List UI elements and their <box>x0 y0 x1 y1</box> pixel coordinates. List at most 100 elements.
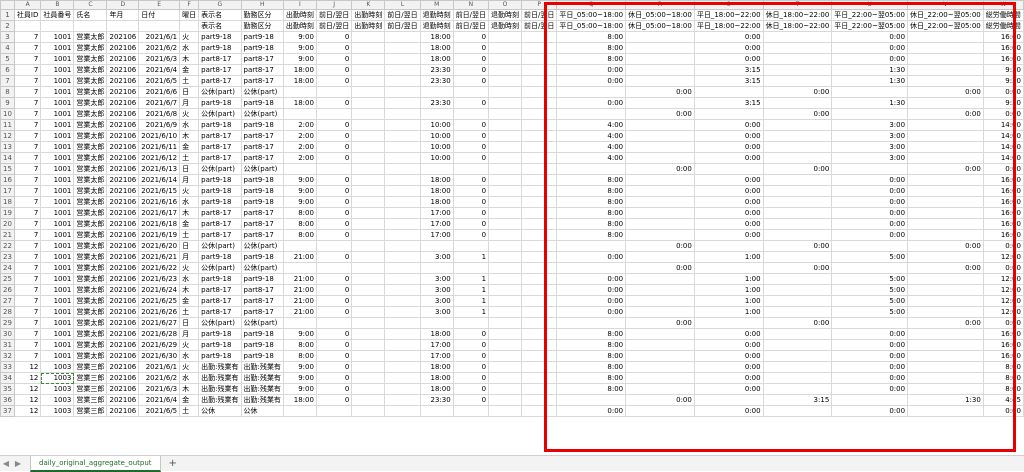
table-cell[interactable] <box>907 141 984 153</box>
table-cell[interactable]: 0 <box>452 97 490 109</box>
table-cell[interactable]: 出勤:残業有 <box>198 372 242 384</box>
table-cell[interactable]: 9:00 <box>282 372 317 384</box>
table-cell[interactable]: 202106 <box>106 361 140 373</box>
table-cell[interactable]: 1001 <box>40 339 75 351</box>
table-cell[interactable]: 16:00 <box>982 350 1024 362</box>
table-cell[interactable]: 0:00 <box>982 108 1024 120</box>
table-cell[interactable]: part8-17 <box>198 141 242 153</box>
table-cell[interactable] <box>556 86 627 98</box>
table-cell[interactable]: 0 <box>452 64 490 76</box>
table-cell[interactable] <box>488 295 523 307</box>
row-header[interactable]: 13 <box>0 141 15 153</box>
table-cell[interactable] <box>907 97 984 109</box>
table-cell[interactable]: 0 <box>452 75 490 87</box>
table-cell[interactable]: 1001 <box>40 284 75 296</box>
table-cell[interactable] <box>762 361 833 373</box>
table-cell[interactable] <box>488 361 523 373</box>
table-cell[interactable]: 前日/翌日 <box>384 9 421 21</box>
table-cell[interactable]: 営業太郎 <box>73 339 108 351</box>
table-cell[interactable] <box>452 405 490 417</box>
table-cell[interactable]: 7 <box>13 306 42 318</box>
table-cell[interactable]: 202106 <box>106 317 140 329</box>
table-cell[interactable]: 土 <box>179 75 200 87</box>
table-cell[interactable] <box>762 119 833 131</box>
table-cell[interactable]: 火 <box>179 185 200 197</box>
table-cell[interactable] <box>907 350 984 362</box>
table-cell[interactable] <box>351 130 386 142</box>
table-cell[interactable]: 営業太郎 <box>73 240 108 252</box>
table-cell[interactable]: 7 <box>13 207 42 219</box>
table-cell[interactable] <box>625 174 695 186</box>
table-cell[interactable]: 1001 <box>40 130 75 142</box>
table-cell[interactable]: 1001 <box>40 273 75 285</box>
table-cell[interactable]: 平日_18:00~22:00 <box>693 9 764 21</box>
table-cell[interactable] <box>762 350 833 362</box>
table-cell[interactable]: 0 <box>452 372 490 384</box>
table-cell[interactable] <box>351 251 386 263</box>
table-cell[interactable]: part8-17 <box>198 130 242 142</box>
table-cell[interactable] <box>282 405 317 417</box>
table-cell[interactable]: 0 <box>452 196 490 208</box>
table-cell[interactable]: 曜日 <box>179 9 200 21</box>
table-cell[interactable] <box>521 218 558 230</box>
table-cell[interactable]: 1:00 <box>693 273 764 285</box>
table-cell[interactable]: 21:00 <box>282 295 317 307</box>
spreadsheet-grid[interactable]: ABCDEFGHIJKLMNOPQRSTUVW 1 社員ID 社員番号 氏名 年月 日付曜… <box>0 0 1024 455</box>
table-cell[interactable]: 土 <box>179 405 200 417</box>
table-cell[interactable] <box>351 372 386 384</box>
table-cell[interactable] <box>521 86 558 98</box>
table-cell[interactable]: 7 <box>13 174 42 186</box>
row-header[interactable]: 28 <box>0 306 15 318</box>
table-cell[interactable]: 0:00 <box>831 31 909 43</box>
table-cell[interactable]: 202106 <box>106 75 140 87</box>
table-cell[interactable]: 1001 <box>40 218 75 230</box>
table-cell[interactable]: 勤務区分 <box>240 9 284 21</box>
table-cell[interactable] <box>762 130 833 142</box>
table-cell[interactable]: 0:00 <box>762 86 833 98</box>
table-cell[interactable]: 8:00 <box>282 350 317 362</box>
table-cell[interactable]: 5:00 <box>831 295 909 307</box>
table-cell[interactable]: 営業太郎 <box>73 218 108 230</box>
table-cell[interactable]: 18:00 <box>419 361 454 373</box>
table-cell[interactable]: 出勤:残業有 <box>240 383 284 395</box>
table-cell[interactable]: 202106 <box>106 339 140 351</box>
table-cell[interactable]: 18:00 <box>419 328 454 340</box>
table-cell[interactable]: 0:00 <box>762 108 833 120</box>
table-cell[interactable]: 0 <box>315 185 353 197</box>
table-cell[interactable]: 0:00 <box>762 262 833 274</box>
table-cell[interactable]: 公休(part) <box>240 262 284 274</box>
table-cell[interactable]: 1 <box>452 273 490 285</box>
table-cell[interactable]: 3:00 <box>419 295 454 307</box>
table-cell[interactable] <box>907 64 984 76</box>
table-cell[interactable] <box>384 295 421 307</box>
table-cell[interactable]: 火 <box>179 108 200 120</box>
table-cell[interactable] <box>351 42 386 54</box>
table-cell[interactable] <box>351 163 386 175</box>
table-cell[interactable] <box>521 75 558 87</box>
table-cell[interactable]: 18:00 <box>419 174 454 186</box>
table-cell[interactable]: 氏名 <box>73 9 108 21</box>
table-cell[interactable] <box>351 306 386 318</box>
table-cell[interactable] <box>315 262 353 274</box>
table-cell[interactable]: 土 <box>179 306 200 318</box>
table-cell[interactable]: 退勤時刻 <box>419 9 454 21</box>
table-cell[interactable]: 公休(part) <box>198 163 242 175</box>
table-cell[interactable] <box>351 262 386 274</box>
table-cell[interactable]: 2021/6/10 <box>138 130 181 142</box>
table-cell[interactable]: 0:00 <box>625 262 695 274</box>
table-cell[interactable]: 0:00 <box>693 350 764 362</box>
table-cell[interactable]: 2021/6/8 <box>138 108 181 120</box>
table-cell[interactable] <box>521 295 558 307</box>
table-cell[interactable]: 0:00 <box>556 75 627 87</box>
table-cell[interactable] <box>521 284 558 296</box>
table-cell[interactable]: 0 <box>452 361 490 373</box>
table-cell[interactable] <box>384 240 421 252</box>
table-cell[interactable]: 営業太郎 <box>73 53 108 65</box>
table-cell[interactable] <box>351 350 386 362</box>
table-cell[interactable] <box>831 262 909 274</box>
table-cell[interactable]: 営業太郎 <box>73 251 108 263</box>
table-cell[interactable]: 公休 <box>198 405 242 417</box>
table-cell[interactable]: 2021/6/17 <box>138 207 181 219</box>
table-cell[interactable]: 7 <box>13 284 42 296</box>
table-cell[interactable]: 2:00 <box>282 152 317 164</box>
